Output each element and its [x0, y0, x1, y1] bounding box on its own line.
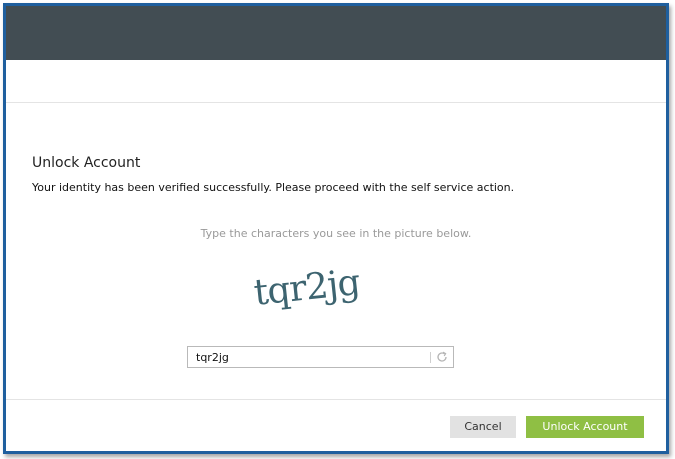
captcha-input[interactable] [188, 347, 428, 367]
dialog-content: Unlock Account Your identity has been ve… [6, 103, 666, 399]
field-separator [430, 352, 431, 363]
top-bar [6, 6, 666, 60]
captcha-hint: Type the characters you see in the pictu… [200, 227, 472, 240]
refresh-icon[interactable] [435, 350, 449, 364]
dialog-window: Unlock Account Your identity has been ve… [3, 3, 669, 454]
verification-message: Your identity has been verified successf… [32, 181, 515, 194]
sub-header [6, 60, 666, 103]
page-title: Unlock Account [32, 155, 141, 171]
captcha-image: tqr2jg [252, 262, 362, 314]
cancel-button[interactable]: Cancel [450, 416, 516, 438]
captcha-image-text: tqr2jg [252, 262, 362, 314]
dialog-footer: Cancel Unlock Account [6, 399, 666, 451]
unlock-account-button[interactable]: Unlock Account [526, 416, 644, 438]
captcha-field[interactable] [187, 346, 454, 368]
